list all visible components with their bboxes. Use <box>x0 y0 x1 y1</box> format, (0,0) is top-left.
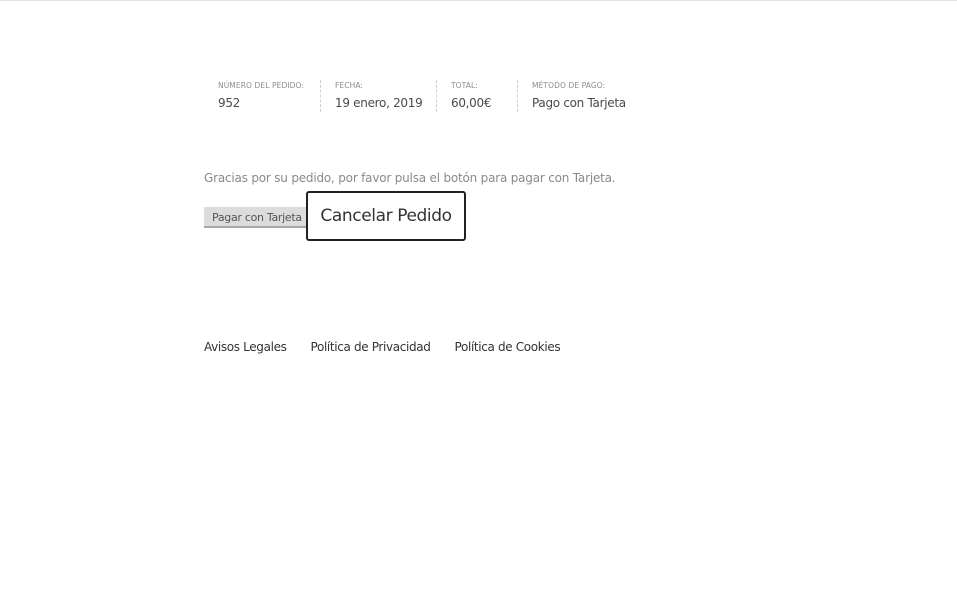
payment-method-value: Pago con Tarjeta <box>532 96 626 110</box>
order-total-value: 60,00€ <box>451 96 492 110</box>
order-date-value: 19 enero, 2019 <box>335 96 423 110</box>
footer-link-cookie-policy[interactable]: Política de Cookies <box>455 340 561 354</box>
order-date: FECHA: 19 enero, 2019 <box>321 80 437 112</box>
order-total: TOTAL: 60,00€ <box>437 80 518 112</box>
footer-nav: Avisos Legales Política de Privacidad Po… <box>204 340 561 354</box>
order-total-label: TOTAL: <box>451 81 478 90</box>
footer-link-legal-notice[interactable]: Avisos Legales <box>204 340 287 354</box>
payment-instructions: Gracias por su pedido, por favor pulsa e… <box>204 171 616 185</box>
top-divider <box>0 0 957 1</box>
order-overview: NÚMERO DEL PEDIDO: 952 FECHA: 19 enero, … <box>204 80 656 112</box>
footer-link-privacy-policy[interactable]: Política de Privacidad <box>311 340 431 354</box>
payment-method-label: MÉTODO DE PAGO: <box>532 81 606 90</box>
payment-method: MÉTODO DE PAGO: Pago con Tarjeta <box>518 80 656 112</box>
order-number-label: NÚMERO DEL PEDIDO: <box>218 81 305 90</box>
order-number: NÚMERO DEL PEDIDO: 952 <box>204 80 321 112</box>
order-number-value: 952 <box>218 96 241 110</box>
cancel-order-button[interactable]: Cancelar Pedido <box>306 191 466 241</box>
order-date-label: FECHA: <box>335 81 364 90</box>
pay-with-card-button[interactable]: Pagar con Tarjeta <box>204 207 310 228</box>
